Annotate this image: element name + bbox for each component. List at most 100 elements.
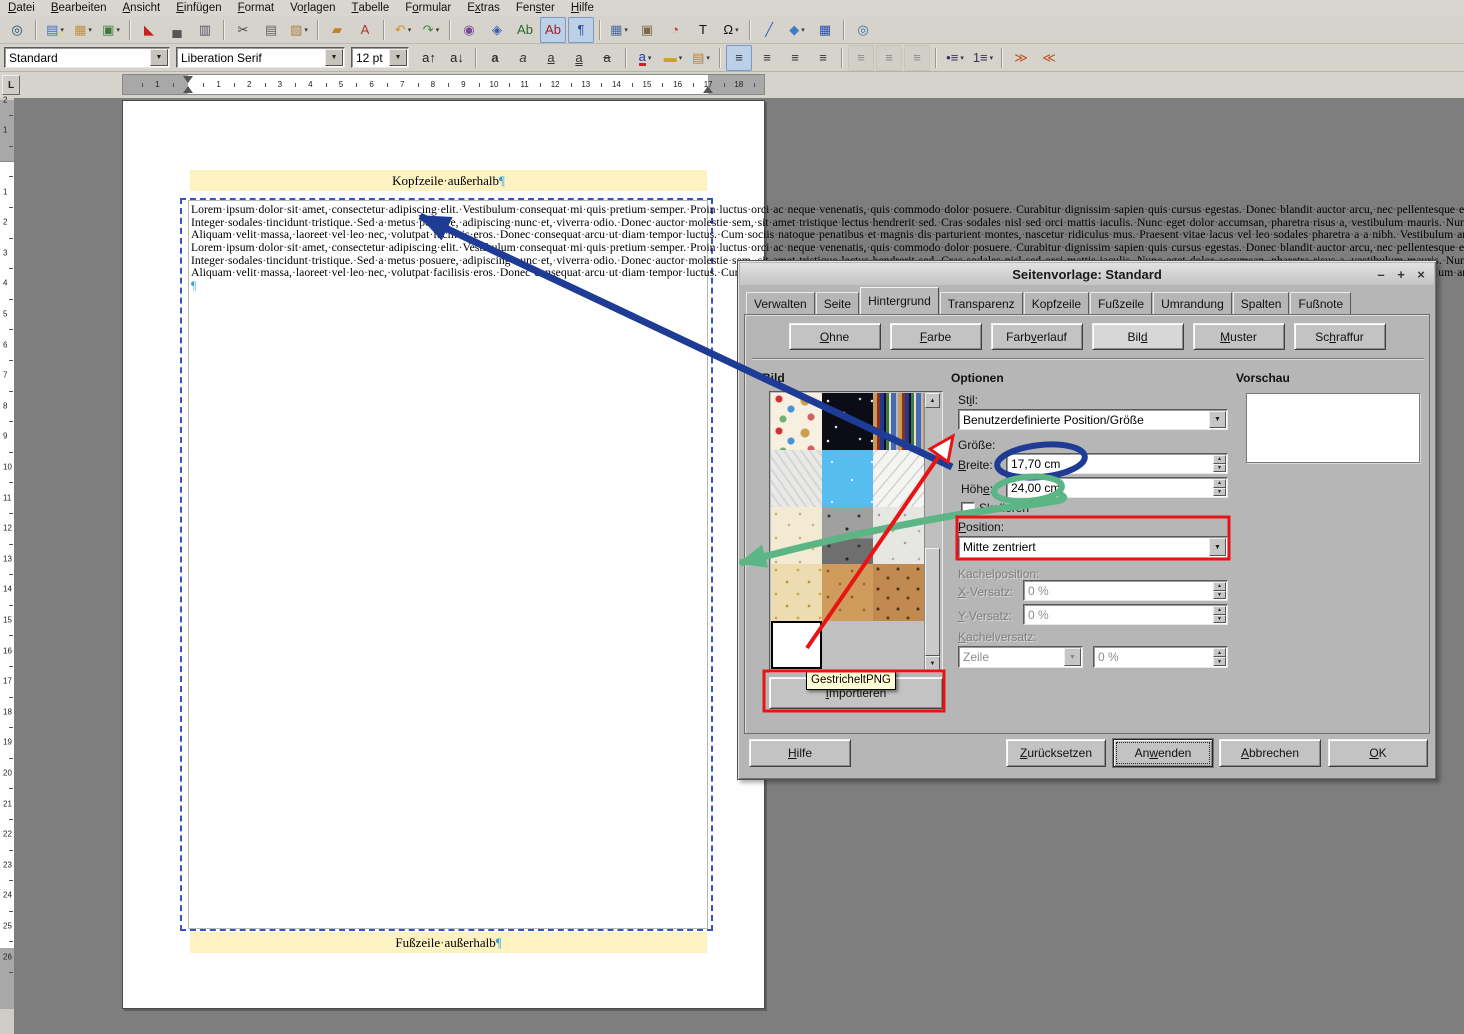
- grow-font-icon[interactable]: a↑: [416, 45, 442, 71]
- chevron-down-icon[interactable]: ▼: [325, 49, 343, 66]
- ohne-type-button[interactable]: Ohne: [789, 323, 881, 350]
- menu-fenster[interactable]: Fenster: [508, 0, 563, 16]
- menu-format[interactable]: Format: [230, 0, 282, 16]
- insert-table-icon[interactable]: ▦▾: [606, 17, 632, 43]
- chevron-down-icon[interactable]: ▾: [304, 26, 308, 34]
- thumbnail-concrete[interactable]: [822, 507, 873, 564]
- anwenden-button[interactable]: Anwenden: [1113, 739, 1213, 767]
- spinner[interactable]: ▲▼: [1213, 479, 1226, 496]
- thumbnail-marble-light[interactable]: [771, 450, 822, 507]
- ordered-list-icon[interactable]: 1≡▾: [970, 45, 996, 71]
- chevron-down-icon[interactable]: ▾: [88, 26, 92, 34]
- stil-select[interactable]: Benutzerdefinierte Position/Größe ▼: [958, 409, 1228, 430]
- insert-chart-icon[interactable]: ◔: [662, 17, 688, 43]
- special-character-icon[interactable]: Ω▾: [718, 17, 744, 43]
- chevron-down-icon[interactable]: ▾: [960, 54, 964, 62]
- paragraph-style-select[interactable]: Standard ▼: [4, 47, 170, 68]
- chevron-down-icon[interactable]: ▾: [706, 54, 710, 62]
- align-left-icon[interactable]: ≡: [726, 45, 752, 71]
- thumbnail-stripes[interactable]: [873, 393, 924, 450]
- shrink-font-icon[interactable]: a↓: [444, 45, 470, 71]
- formatting-marks-icon[interactable]: ¶: [568, 17, 594, 43]
- print-icon[interactable]: ▄: [164, 17, 190, 43]
- zuruecksetzen-button[interactable]: Zurücksetzen: [1006, 739, 1106, 767]
- clear-formatting-icon[interactable]: A: [352, 17, 378, 43]
- tab-fuzeile[interactable]: Fußzeile: [1090, 292, 1152, 314]
- chevron-down-icon[interactable]: ▾: [801, 26, 805, 34]
- scroll-up-icon[interactable]: ▲: [925, 393, 940, 408]
- farbverlauf-type-button[interactable]: Farbverlauf: [991, 323, 1083, 350]
- spinner[interactable]: ▲▼: [1213, 455, 1226, 472]
- chevron-down-icon[interactable]: ▾: [408, 26, 412, 34]
- find-icon[interactable]: ◎: [4, 17, 30, 43]
- double-underline-icon[interactable]: a: [566, 45, 592, 71]
- navigator-icon[interactable]: ◈: [484, 17, 510, 43]
- chevron-down-icon[interactable]: ▼: [1209, 411, 1226, 428]
- thumbnail-gestrichelt-white[interactable]: [771, 621, 822, 669]
- thumbnail-sand[interactable]: [771, 564, 822, 621]
- schraffur-type-button[interactable]: Schraffur: [1294, 323, 1386, 350]
- right-margin-marker[interactable]: [703, 86, 713, 93]
- scrollbar-thumb[interactable]: [925, 548, 940, 656]
- left-margin-marker[interactable]: [183, 86, 193, 93]
- paragraph-background-icon[interactable]: ▤▾: [688, 45, 714, 71]
- font-name-select[interactable]: Liberation Serif ▼: [176, 47, 345, 68]
- page-footer[interactable]: Fußzeile·außerhalb¶: [190, 932, 707, 953]
- print-preview-icon[interactable]: ▥: [192, 17, 218, 43]
- abbrechen-button[interactable]: Abbrechen: [1219, 739, 1321, 767]
- redo-icon[interactable]: ↷▾: [418, 17, 444, 43]
- paste-icon[interactable]: ▧▾: [286, 17, 312, 43]
- vertical-ruler[interactable]: 1212345678910111213141516171819202122232…: [0, 98, 14, 1034]
- align-center-icon[interactable]: ≡: [754, 45, 780, 71]
- muster-type-button[interactable]: Muster: [1193, 323, 1285, 350]
- font-color-icon[interactable]: a▾: [632, 45, 658, 71]
- cut-icon[interactable]: ✂: [230, 17, 256, 43]
- bild-list[interactable]: ▲ ▼: [769, 391, 943, 673]
- thumbnail-parchment[interactable]: [771, 507, 822, 564]
- open-icon[interactable]: ▦▾: [70, 17, 96, 43]
- breite-input[interactable]: 17,70 cm ▲▼: [1006, 453, 1228, 474]
- tab-spalten[interactable]: Spalten: [1233, 292, 1290, 314]
- chevron-down-icon[interactable]: ▾: [624, 26, 628, 34]
- chevron-down-icon[interactable]: ▼: [1209, 538, 1226, 556]
- chevron-down-icon[interactable]: ▾: [679, 54, 683, 62]
- document-text-area[interactable]: Lorem·ipsum·dolor·sit·amet,·consectetur·…: [191, 204, 707, 293]
- chevron-down-icon[interactable]: ▾: [648, 54, 652, 62]
- thumbnail-floral[interactable]: [771, 393, 822, 450]
- left-indent-marker[interactable]: [183, 76, 193, 83]
- menu-datei[interactable]: Datei: [0, 0, 43, 16]
- strikethrough-icon[interactable]: a: [594, 45, 620, 71]
- horizontal-ruler[interactable]: 1123456789101112131415161718: [122, 74, 765, 95]
- maximize-icon[interactable]: +: [1392, 263, 1410, 285]
- font-size-select[interactable]: 12 pt ▼: [351, 47, 409, 68]
- close-icon[interactable]: ×: [1412, 263, 1430, 285]
- insert-line-icon[interactable]: ╱: [756, 17, 782, 43]
- thumbnail-sky-blue[interactable]: [822, 450, 873, 507]
- insert-image-icon[interactable]: ▣: [634, 17, 660, 43]
- new-document-icon[interactable]: ▤▾: [42, 17, 68, 43]
- align-right-icon[interactable]: ≡: [782, 45, 808, 71]
- form-controls-icon[interactable]: ▦: [812, 17, 838, 43]
- underline-icon[interactable]: a: [538, 45, 564, 71]
- copy-icon[interactable]: ▤: [258, 17, 284, 43]
- tab-hintergrund[interactable]: Hintergrund: [860, 287, 939, 314]
- justify-icon[interactable]: ≡: [810, 45, 836, 71]
- scroll-down-icon[interactable]: ▼: [925, 656, 940, 671]
- tab-kopfzeile[interactable]: Kopfzeile: [1024, 292, 1089, 314]
- menu-formular[interactable]: Formular: [397, 0, 459, 16]
- thumbnail-brown-speckle[interactable]: [873, 564, 924, 621]
- skalieren-checkbox[interactable]: [961, 502, 975, 516]
- italic-icon[interactable]: a: [510, 45, 536, 71]
- spelling-icon[interactable]: Ab: [512, 17, 538, 43]
- menu-vorlagen[interactable]: Vorlagen: [282, 0, 343, 16]
- menu-tabelle[interactable]: Tabelle: [343, 0, 397, 16]
- increase-indent-icon[interactable]: ≫: [1008, 45, 1034, 71]
- tab-verwalten[interactable]: Verwalten: [746, 292, 815, 314]
- unordered-list-icon[interactable]: •≡▾: [942, 45, 968, 71]
- position-select[interactable]: Mitte zentriert ▼: [958, 536, 1228, 558]
- basic-shapes-icon[interactable]: ◆▾: [784, 17, 810, 43]
- find-replace-icon[interactable]: ◉: [456, 17, 482, 43]
- zoom-icon[interactable]: ◎: [850, 17, 876, 43]
- chevron-down-icon[interactable]: ▾: [436, 26, 440, 34]
- chevron-down-icon[interactable]: ▾: [60, 26, 64, 34]
